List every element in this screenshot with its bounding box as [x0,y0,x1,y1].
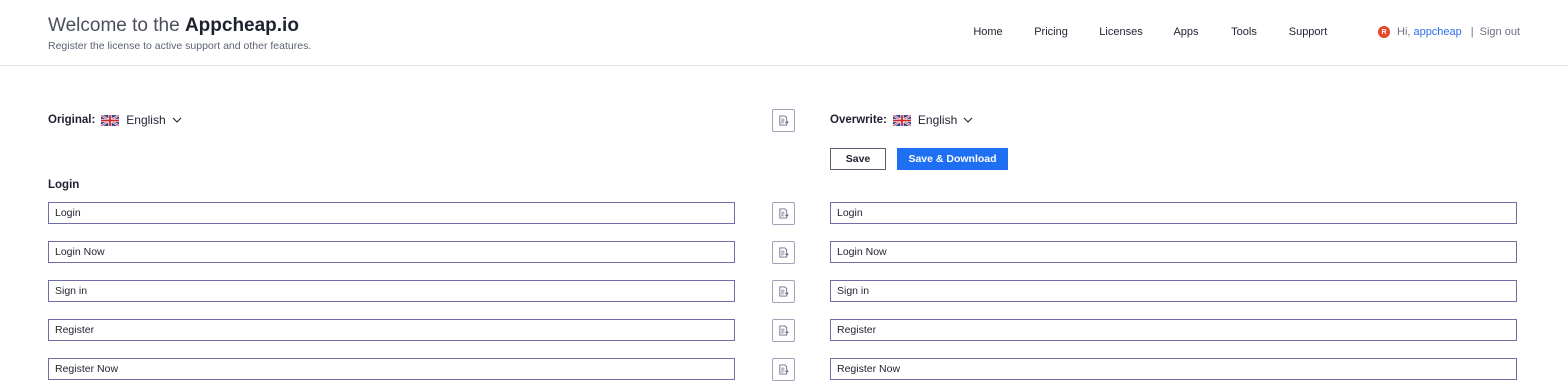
user-menu: R Hi, appcheap | Sign out [1378,25,1520,39]
copy-to-right-icon [779,208,789,219]
copy-to-right-icon [779,286,789,297]
welcome-text: Welcome to the [48,15,180,36]
user-greeting: Hi, [1397,26,1411,38]
original-field[interactable]: Sign in [48,280,735,302]
nav-support[interactable]: Support [1289,26,1328,39]
brand-title: Welcome to the Appcheap.io [48,14,311,38]
original-field[interactable]: Login Now [48,241,735,263]
copy-row-button[interactable] [772,202,795,225]
copy-row-button[interactable] [772,241,795,264]
copy-to-right-icon [779,364,789,375]
nav-tools[interactable]: Tools [1231,26,1257,39]
uk-flag-icon [892,114,911,126]
username-link[interactable]: appcheap [1413,26,1461,38]
original-language-selector[interactable]: Original: English [48,112,182,128]
copy-to-right-icon [779,247,789,258]
original-field[interactable]: Login [48,202,735,224]
header-subtitle: Register the license to active support a… [48,40,312,52]
copy-row-button[interactable] [772,280,795,303]
sign-out-link[interactable]: Sign out [1480,26,1520,38]
overwrite-input[interactable]: Sign in [830,280,1517,302]
chevron-down-icon[interactable] [172,117,182,123]
overwrite-language-name: English [917,113,958,127]
nav-licenses[interactable]: Licenses [1099,26,1142,39]
original-label: Original: [48,114,96,126]
overwrite-input[interactable]: Login Now [830,241,1517,263]
original-language-name: English [126,113,166,127]
nav-pricing[interactable]: Pricing [1034,26,1068,39]
section-title: Login [48,179,80,191]
original-field[interactable]: Register [48,319,735,341]
copy-row-button[interactable] [772,358,795,381]
avatar[interactable]: R [1378,26,1390,38]
separator: | [1470,26,1474,38]
nav-home[interactable]: Home [973,26,1002,39]
brand: Welcome to the Appcheap.io Register the … [48,14,311,53]
copy-to-right-icon [779,325,789,336]
site-header: Welcome to the Appcheap.io Register the … [0,0,1568,66]
overwrite-input[interactable]: Register [830,319,1517,341]
overwrite-label: Overwrite: [830,114,887,126]
save-download-button[interactable]: Save & Download [897,148,1008,170]
copy-all-button[interactable] [772,109,795,132]
uk-flag-icon [101,114,120,126]
copy-row-button[interactable] [772,319,795,342]
chevron-down-icon[interactable] [963,117,973,123]
original-field[interactable]: Register Now [48,358,735,380]
brand-name[interactable]: Appcheap.io [185,15,299,36]
overwrite-input[interactable]: Login [830,202,1517,224]
copy-to-right-icon [779,115,789,126]
save-button[interactable]: Save [830,148,886,170]
overwrite-language-selector[interactable]: Overwrite: English [830,112,973,128]
nav-apps[interactable]: Apps [1173,26,1198,39]
overwrite-input[interactable]: Register Now [830,358,1517,380]
